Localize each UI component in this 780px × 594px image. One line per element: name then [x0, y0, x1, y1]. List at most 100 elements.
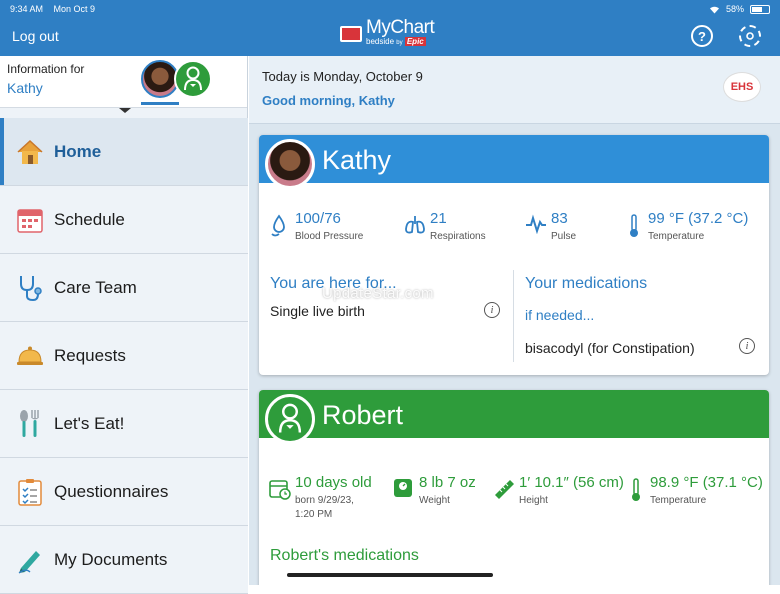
- mother-name: Kathy: [322, 145, 392, 175]
- stat-value: 8 lb 7 oz: [419, 474, 476, 491]
- battery-percent: 58%: [725, 4, 744, 14]
- baby-icon: [184, 66, 202, 91]
- top-bar: Log out MyChart bedside by Epic ?: [0, 18, 780, 56]
- mychart-logo: MyChart bedside by Epic: [340, 17, 435, 48]
- baby-stat-height: 1′ 10.1″ (56 cm) Height: [495, 474, 624, 506]
- vital-label: Respirations: [430, 231, 486, 242]
- checklist-icon: [16, 478, 44, 506]
- sidebar-item-care-team[interactable]: Care Team: [0, 254, 248, 322]
- baby-card: Robert 10 days old born 9/29/23, 1:20 PM…: [259, 390, 769, 585]
- sidebar-item-label: Requests: [54, 345, 126, 365]
- stat-value: 10 days old: [295, 474, 372, 491]
- briefcase-logo-icon: [340, 25, 362, 42]
- sidebar-item-label: Home: [54, 141, 102, 161]
- baby-stat-age: 10 days old born 9/29/23, 1:20 PM: [269, 474, 372, 520]
- wifi-icon: [709, 6, 719, 13]
- baby-icon: [278, 403, 302, 433]
- home-icon: [16, 138, 44, 166]
- vital-value: 99 °F (37.2 °C): [648, 210, 749, 227]
- gear-icon[interactable]: [739, 25, 761, 47]
- baby-avatar[interactable]: [174, 60, 212, 98]
- greeting-message: Good morning, Kathy: [262, 93, 395, 108]
- medications-title: Your medications: [525, 275, 648, 292]
- vital-value: 83: [551, 210, 568, 227]
- sidebar-item-schedule[interactable]: Schedule: [0, 186, 248, 254]
- info-for-label: Information for: [7, 62, 85, 76]
- watermark: UpdateStar.com: [322, 285, 434, 302]
- vital-value: 21: [430, 210, 447, 227]
- nav-menu: Home Schedule Care Team Requests Let's E…: [0, 118, 248, 594]
- sidebar-item-label: Schedule: [54, 209, 125, 229]
- baby-name: Robert: [322, 400, 404, 430]
- selected-indicator: [141, 102, 179, 105]
- thermometer-icon: [632, 478, 640, 501]
- home-indicator[interactable]: [287, 573, 493, 577]
- bell-icon: [16, 342, 44, 370]
- logo-subtitle: bedside by Epic: [366, 37, 426, 46]
- info-icon[interactable]: i: [484, 302, 500, 318]
- scale-icon: [394, 479, 412, 497]
- help-icon[interactable]: ?: [691, 25, 713, 47]
- pulse-icon: [526, 214, 546, 234]
- stat-label: Temperature: [650, 495, 707, 506]
- baby-stat-weight: 8 lb 7 oz Weight: [394, 474, 476, 506]
- sidebar: Information for Kathy Home Schedule Care…: [0, 56, 248, 594]
- thermometer-icon: [630, 214, 638, 237]
- stat-label: Weight: [419, 495, 450, 506]
- vital-label: Pulse: [551, 231, 577, 242]
- vital-value: 100/76: [295, 210, 341, 227]
- info-icon[interactable]: i: [739, 338, 755, 354]
- calendar-icon: [16, 206, 44, 234]
- sidebar-item-questionnaires[interactable]: Questionnaires: [0, 458, 248, 526]
- mother-card-header: Kathy: [259, 135, 769, 189]
- mother-card: Kathy 100/76 Blood Pressure 21 Respirati…: [259, 135, 769, 375]
- stat-value: 98.9 °F (37.1 °C): [650, 474, 763, 491]
- sidebar-item-my-documents[interactable]: My Documents: [0, 526, 248, 594]
- stat-label: born 9/29/23,: [295, 495, 354, 506]
- sidebar-item-lets-eat[interactable]: Let's Eat!: [0, 390, 248, 458]
- sidebar-item-requests[interactable]: Requests: [0, 322, 248, 390]
- main-content: Today is Monday, October 9 Good morning,…: [249, 56, 780, 585]
- status-bar: 9:34 AM Mon Oct 9 58%: [0, 0, 780, 18]
- vital-respirations: 21 Respirations: [405, 210, 486, 242]
- logout-button[interactable]: Log out: [12, 28, 59, 44]
- stat-value: 1′ 10.1″ (56 cm): [519, 474, 624, 491]
- vital-temperature: 99 °F (37.2 °C) Temperature: [630, 210, 749, 242]
- chevron-down-icon[interactable]: [119, 108, 131, 113]
- baby-card-avatar: [265, 394, 315, 444]
- calendar-clock-icon: [269, 480, 291, 500]
- pen-icon: [16, 546, 44, 574]
- greeting-banner: Today is Monday, October 9 Good morning,…: [249, 56, 780, 124]
- org-logo: EHS: [723, 72, 761, 102]
- today-date: Today is Monday, October 9: [262, 69, 423, 84]
- ruler-icon: [495, 480, 514, 499]
- sidebar-item-label: Questionnaires: [54, 481, 169, 501]
- baby-card-header: Robert: [259, 390, 769, 444]
- vital-label: Temperature: [648, 231, 705, 242]
- logo-title: MyChart: [366, 17, 435, 38]
- vital-label: Blood Pressure: [295, 231, 364, 242]
- status-date: Mon Oct 9: [53, 4, 96, 14]
- stat-label-time: 1:20 PM: [295, 509, 333, 520]
- baby-medications-title: Robert's medications: [270, 547, 419, 564]
- mother-card-avatar: [265, 139, 315, 189]
- battery-icon: [750, 4, 770, 14]
- sidebar-item-home[interactable]: Home: [0, 118, 248, 186]
- baby-stat-temperature: 98.9 °F (37.1 °C) Temperature: [632, 474, 763, 506]
- stat-label: Height: [519, 495, 548, 506]
- sidebar-item-label: Care Team: [54, 277, 137, 297]
- current-patient-name: Kathy: [7, 80, 43, 96]
- vital-blood-pressure: 100/76 Blood Pressure: [271, 210, 364, 242]
- medication-item: bisacodyl (for Constipation): [525, 340, 695, 356]
- utensils-icon: [16, 409, 44, 438]
- stethoscope-icon: [16, 274, 44, 302]
- patient-switcher: Information for Kathy: [0, 56, 247, 108]
- divider: [513, 270, 514, 362]
- medications-subtitle: if needed...: [525, 307, 595, 323]
- sidebar-item-label: Let's Eat!: [54, 413, 125, 433]
- sidebar-item-label: My Documents: [54, 549, 168, 569]
- vital-pulse: 83 Pulse: [526, 210, 577, 242]
- reason-value: Single live birth: [270, 303, 365, 319]
- status-time: 9:34 AM: [10, 4, 44, 14]
- lungs-icon: [405, 216, 425, 234]
